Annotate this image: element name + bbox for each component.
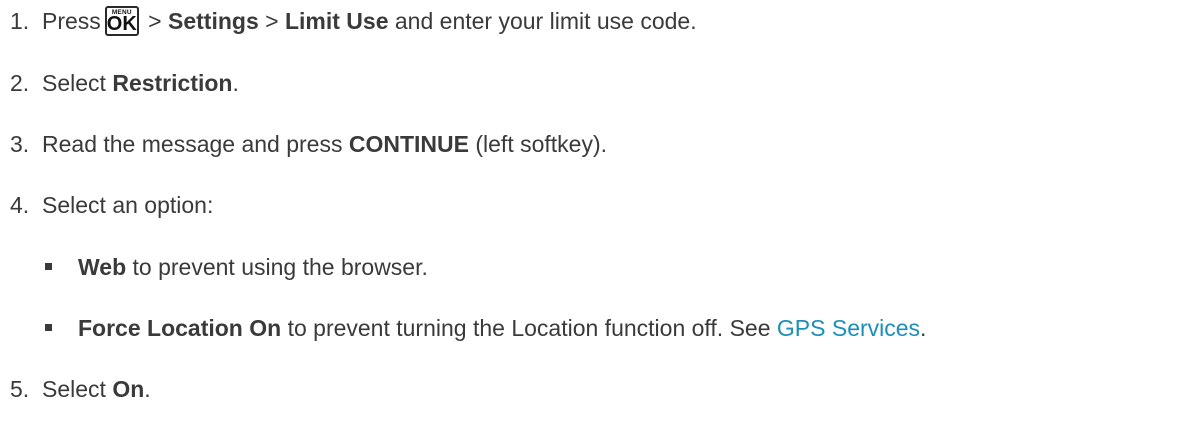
step-pre-text: Select: [42, 376, 113, 402]
separator: >: [141, 8, 169, 34]
menu-path-limit-use: Limit Use: [284, 8, 389, 34]
option-force-location-on: Force Location On: [78, 315, 282, 341]
menu-ok-key-icon: MENU OK: [104, 6, 139, 36]
step-post-text: and enter your limit use code.: [388, 8, 697, 34]
option-restriction: Restriction: [112, 70, 233, 96]
step-number: 2.: [10, 70, 30, 96]
step-number: 3.: [10, 131, 30, 157]
step-text: Select Restriction.: [42, 68, 239, 98]
option-description: to prevent using the browser.: [126, 254, 428, 280]
step-pre-text: Select: [42, 70, 113, 96]
ok-key-label: OK: [106, 13, 137, 35]
option-text: Force Location On to prevent turning the…: [78, 313, 926, 343]
step-text: Select an option:: [42, 192, 214, 218]
step-pre-text: Read the message and press: [42, 131, 349, 157]
step-text: Read the message and press CONTINUE (lef…: [42, 129, 607, 159]
gps-services-link[interactable]: GPS Services: [777, 315, 920, 341]
step-post-text: (left softkey).: [468, 131, 608, 157]
step-pre-text: Press: [42, 8, 101, 34]
option-text: Web to prevent using the browser.: [78, 252, 428, 282]
option-end: .: [920, 315, 927, 341]
bullet-icon: [45, 324, 52, 331]
step-post-text: .: [232, 70, 239, 96]
step-text: Press MENU OK > Settings > Limit Use and e…: [42, 6, 697, 36]
option-description: to prevent turning the Location function…: [281, 315, 777, 341]
bullet-icon: [45, 263, 52, 270]
softkey-continue: CONTINUE: [348, 131, 469, 157]
option-on: On: [112, 376, 145, 402]
step-number: 1.: [10, 8, 30, 34]
step-number: 4.: [10, 192, 30, 218]
step-text: Select On.: [42, 374, 151, 404]
menu-path-settings: Settings: [168, 8, 259, 34]
separator: >: [258, 8, 285, 34]
option-web: Web: [78, 254, 127, 280]
step-number: 5.: [10, 376, 30, 402]
step-post-text: .: [144, 376, 151, 402]
